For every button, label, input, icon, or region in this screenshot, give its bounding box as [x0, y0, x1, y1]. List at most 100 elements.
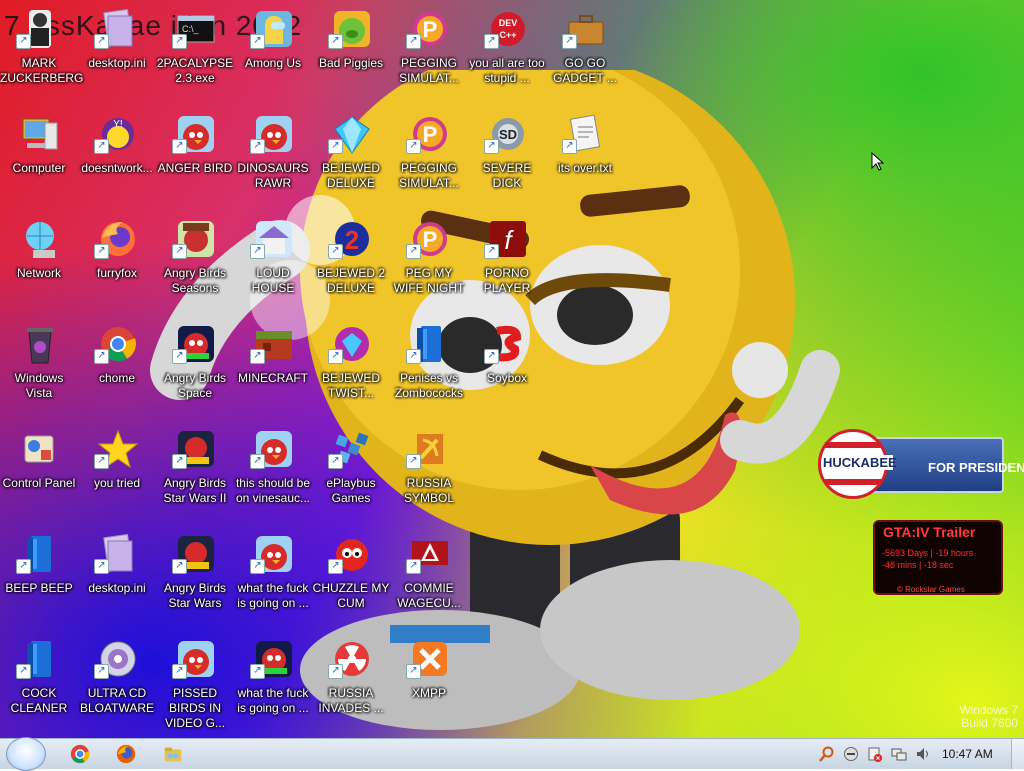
show-desktop-button[interactable]: [1011, 739, 1024, 769]
desktop-icon[interactable]: ↗ ULTRA CD BLOATWARE: [78, 634, 156, 738]
huckabee-name: HUCKABEE: [823, 455, 897, 470]
shortcut-arrow-icon: ↗: [250, 139, 265, 154]
gta-countdown-days: -5693 Days | -19 hours: [882, 548, 974, 558]
shortcut-arrow-icon: ↗: [328, 349, 343, 364]
desktop-icon[interactable]: ↗ ePlaybus Games: [312, 424, 390, 528]
network-tray-icon[interactable]: [891, 746, 907, 762]
desktop-icon[interactable]: ↗ Angry Birds Star Wars: [156, 529, 234, 633]
desktop-icon[interactable]: ↗ you tried: [78, 424, 156, 528]
desktop-icon[interactable]: ↗ what the fuck is going on ...: [234, 634, 312, 738]
explorer-icon[interactable]: [161, 743, 185, 765]
desktop-icon[interactable]: ↗ Soybox: [468, 319, 546, 423]
desktop-icon[interactable]: DEV C++ ↗ you all are too stupid ...: [468, 4, 546, 108]
svg-text:C:\_: C:\_: [182, 24, 200, 34]
clock[interactable]: 10:47 AM: [942, 747, 993, 761]
desktop-icon-label: GO GO GADGET ...: [553, 56, 617, 85]
windows-watermark: Windows 7 Build 7600: [959, 704, 1018, 730]
desktop-icon[interactable]: ↗ desktop.ini: [78, 4, 156, 108]
desktop-icon[interactable]: P ↗ PEGGING SIMULAT...: [390, 109, 468, 213]
desktop-icon[interactable]: ↗ what the fuck is going on ...: [234, 529, 312, 633]
desktop-icon-label: RUSSIA SYMBOL: [403, 476, 454, 505]
desktop-icon[interactable]: ↗ Penises vs Zombococks: [390, 319, 468, 423]
desktop-icon-label: PEG MY WIFE NIGHT: [393, 266, 465, 295]
desktop-icon[interactable]: ↗ chome: [78, 319, 156, 423]
shortcut-arrow-icon: ↗: [562, 34, 577, 49]
shortcut-arrow-icon: ↗: [250, 244, 265, 259]
desktop-icon[interactable]: ↗ ANGER BIRD: [156, 109, 234, 213]
desktop-icon[interactable]: ↗ GO GO GADGET ...: [546, 4, 624, 108]
desktop-icon-label: Soybox: [486, 371, 528, 385]
desktop-icon[interactable]: ↗ LOUD HOUSE: [234, 214, 312, 318]
desktop-icon[interactable]: f ↗ PORNO PLAYER: [468, 214, 546, 318]
shortcut-arrow-icon: ↗: [16, 34, 31, 49]
desktop-icon[interactable]: ↗ MARK ZUCKERBERG: [0, 4, 84, 108]
desktop-icon-label: DINOSAURS RAWR: [237, 161, 309, 190]
desktop-icon[interactable]: ↗ this should be on vinesauc...: [234, 424, 312, 528]
shortcut-arrow-icon: ↗: [16, 559, 31, 574]
shortcut-arrow-icon: ↗: [94, 454, 109, 469]
desktop-icon[interactable]: ↗ furryfox: [78, 214, 156, 318]
huckabee-tagline: FOR PRESIDENT: [928, 460, 1024, 475]
desktop-icon[interactable]: ↗ BEEP BEEP: [0, 529, 78, 633]
desktop-icon-label: what the fuck is going on ...: [237, 581, 309, 610]
recycle-bin-icon: [19, 323, 61, 365]
desktop-icon[interactable]: P ↗ PEGGING SIMULAT...: [390, 4, 468, 108]
gta-countdown-gadget[interactable]: GTA:IV Trailer -5693 Days | -19 hours -4…: [873, 520, 1003, 595]
shortcut-arrow-icon: ↗: [94, 664, 109, 679]
desktop-icon[interactable]: ↗ Among Us: [234, 4, 312, 108]
gta-title: GTA:IV Trailer: [883, 524, 976, 540]
desktop-icon-label: 2PACALYPSE 2.3.exe: [156, 56, 234, 85]
firefox-icon[interactable]: [114, 743, 138, 765]
desktop-icon-label: Control Panel: [2, 476, 76, 490]
start-button[interactable]: [6, 737, 46, 771]
desktop-icon[interactable]: ↗ RUSSIA INVADES ...: [312, 634, 390, 738]
desktop-icon[interactable]: P ↗ PEG MY WIFE NIGHT: [390, 214, 468, 318]
chrome-icon[interactable]: [68, 743, 92, 765]
desktop-icon[interactable]: ↗ Angry Birds Star Wars II: [156, 424, 234, 528]
volume-icon[interactable]: [915, 746, 931, 762]
shortcut-arrow-icon: ↗: [250, 454, 265, 469]
desktop-icon-label: MARK ZUCKERBERG: [0, 56, 84, 85]
desktop-icon-label: BEJEWED TWIST...: [321, 371, 380, 400]
shortcut-arrow-icon: ↗: [172, 244, 187, 259]
shortcut-arrow-icon: ↗: [484, 244, 499, 259]
desktop-icon[interactable]: ↗ CHUZZLE MY CUM: [312, 529, 390, 633]
huckabee-gadget[interactable]: FOR PRESIDENT HUCKABEE: [818, 429, 1024, 499]
desktop-icon[interactable]: ↗ COCK CLEANER: [0, 634, 78, 738]
desktop-icon[interactable]: Computer: [0, 109, 78, 213]
desktop-icon[interactable]: ↗ Bad Piggies: [312, 4, 390, 108]
shortcut-arrow-icon: ↗: [94, 34, 109, 49]
desktop-icon[interactable]: ↗ XMPP: [390, 634, 468, 738]
desktop-icon-label: ePlaybus Games: [326, 476, 376, 505]
desktop-icon[interactable]: ↗ COMMIE WAGECU...: [390, 529, 468, 633]
desktop-icon-label: what the fuck is going on ...: [237, 686, 309, 715]
desktop-icon[interactable]: ↗ BEJEWED TWIST...: [312, 319, 390, 423]
desktop-icon[interactable]: C:\_ ↗ 2PACALYPSE 2.3.exe: [156, 4, 234, 108]
desktop-icon[interactable]: 2 ↗ BEJEWED 2 DELUXE: [312, 214, 390, 318]
desktop-icon[interactable]: ↗ Angry Birds Space: [156, 319, 234, 423]
desktop-icon[interactable]: ↗ DINOSAURS RAWR: [234, 109, 312, 213]
desktop-icon-label: desktop.ini: [88, 56, 146, 70]
search-icon[interactable]: [819, 746, 835, 762]
computer-icon: [19, 113, 61, 155]
desktop-icon[interactable]: ↗ MINECRAFT: [234, 319, 312, 423]
shortcut-arrow-icon: ↗: [328, 559, 343, 574]
desktop-icon-label: PORNO PLAYER: [483, 266, 531, 295]
desktop-icon[interactable]: ↗ PISSED BIRDS IN VIDEO G...: [156, 634, 234, 738]
desktop-icon[interactable]: ↗ Angry Birds Seasons: [156, 214, 234, 318]
desktop-icon[interactable]: Y! ↗ doesntwork...: [78, 109, 156, 213]
desktop-icon[interactable]: ↗ its over.txt: [546, 109, 624, 213]
desktop-icon[interactable]: Windows Vista: [0, 319, 78, 423]
desktop-icon[interactable]: SD ↗ SEVERE DICK: [468, 109, 546, 213]
desktop-icon[interactable]: ↗ RUSSIA SYMBOL: [390, 424, 468, 528]
desktop-icon[interactable]: ↗ BEJEWED DELUXE: [312, 109, 390, 213]
shortcut-arrow-icon: ↗: [406, 454, 421, 469]
desktop-icon[interactable]: Control Panel: [0, 424, 78, 528]
desktop-icon-label: furryfox: [96, 266, 137, 280]
desktop-icon-label: XMPP: [411, 686, 446, 700]
control-panel-icon: [19, 428, 61, 470]
action-center-icon[interactable]: [867, 746, 883, 762]
desktop-icon[interactable]: Network: [0, 214, 78, 318]
smiley-tray-icon[interactable]: [843, 746, 859, 762]
desktop-icon[interactable]: ↗ desktop.ini: [78, 529, 156, 633]
